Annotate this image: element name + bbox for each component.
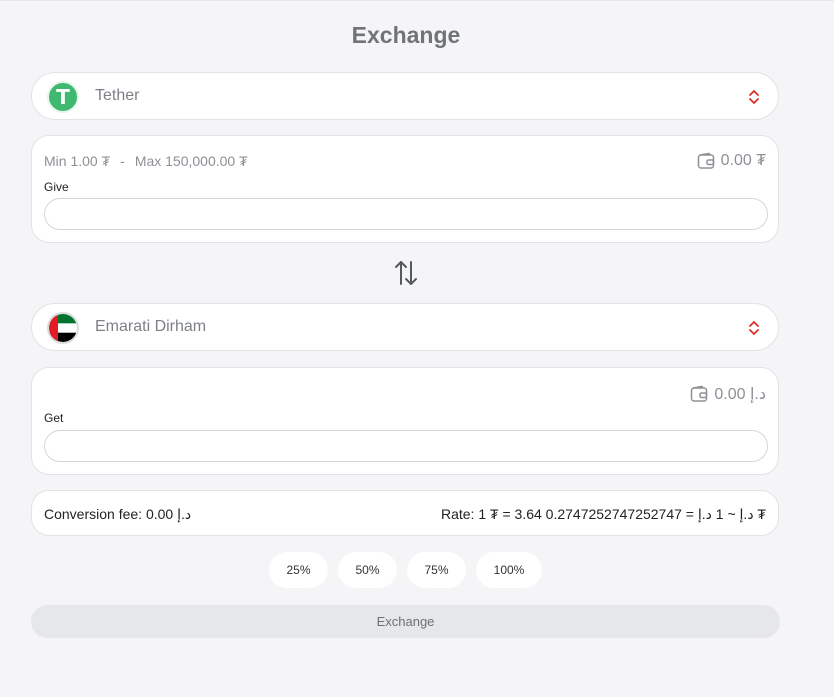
percent-50-button[interactable]: 50% bbox=[338, 552, 397, 588]
percent-100-button[interactable]: 100% bbox=[476, 552, 542, 588]
wallet-icon bbox=[697, 152, 714, 169]
get-currency-label: Emarati Dirham bbox=[95, 318, 207, 335]
tether-coin-icon: T bbox=[47, 81, 79, 113]
exchange-rate: Rate: 1 ₮ = 3.64 د.إ ~ 1 د.إ = 0.2747252… bbox=[440, 506, 766, 522]
give-field-label: Give bbox=[44, 180, 69, 194]
percent-75-button[interactable]: 75% bbox=[407, 552, 466, 588]
page-title: Exchange bbox=[351, 22, 461, 48]
conversion-summary: Conversion fee: 0.00 د.إ Rate: 1 ₮ = 3.6… bbox=[31, 490, 779, 536]
get-balance-value: 0.00 د.إ bbox=[714, 386, 766, 403]
get-currency-selector[interactable]: Emarati Dirham bbox=[31, 303, 779, 351]
give-limits: Min 1.00 ₮ - Max 150,000.00 ₮ bbox=[44, 153, 248, 169]
exchange-button[interactable]: Exchange bbox=[31, 605, 780, 638]
give-currency-selector[interactable]: T Tether bbox=[31, 72, 779, 120]
swap-arrows-icon[interactable] bbox=[393, 258, 419, 288]
min-limit: Min 1.00 ₮ bbox=[44, 153, 111, 169]
wallet-icon bbox=[691, 385, 708, 402]
get-amount-card: 0.00 د.إ Get bbox=[31, 367, 779, 475]
give-balance-value: 0.00 ₮ bbox=[720, 152, 766, 169]
get-field-label: Get bbox=[44, 411, 64, 425]
get-balance: 0.00 د.إ bbox=[690, 384, 766, 404]
get-amount-input[interactable] bbox=[44, 430, 768, 462]
top-divider bbox=[0, 0, 834, 1]
conversion-fee: Conversion fee: 0.00 د.إ bbox=[44, 506, 192, 522]
max-limit: Max 150,000.00 ₮ bbox=[134, 153, 248, 169]
give-amount-card: Min 1.00 ₮ - Max 150,000.00 ₮ 0.00 ₮ Give bbox=[31, 135, 779, 243]
give-amount-input[interactable] bbox=[44, 198, 768, 230]
percent-25-button[interactable]: 25% bbox=[269, 552, 328, 588]
chevron-up-down-icon bbox=[749, 90, 759, 104]
give-balance: 0.00 ₮ bbox=[697, 152, 766, 170]
give-currency-label: Tether bbox=[95, 87, 140, 104]
uae-flag-icon bbox=[47, 312, 79, 344]
chevron-up-down-icon bbox=[749, 321, 759, 335]
limit-separator: - bbox=[120, 153, 125, 169]
